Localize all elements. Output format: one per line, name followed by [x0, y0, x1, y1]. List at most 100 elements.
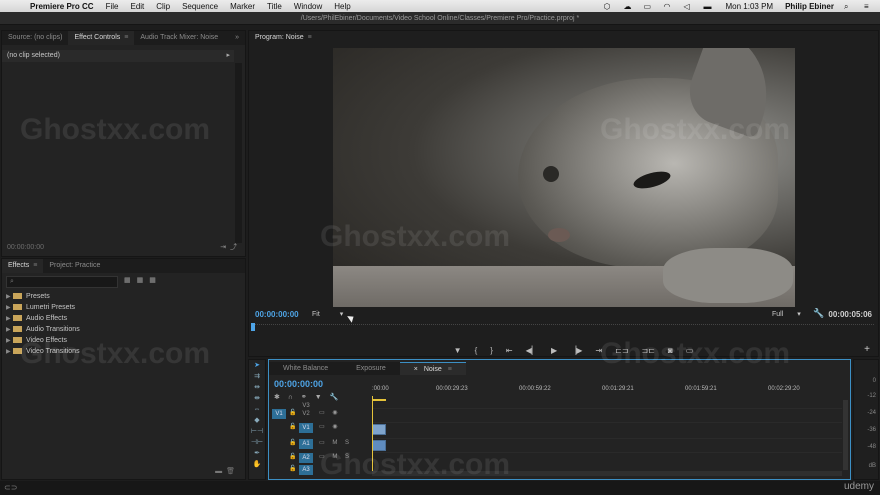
monitor-timeline-ruler[interactable] — [251, 323, 874, 332]
mute-button[interactable]: M — [332, 454, 340, 460]
track-name[interactable]: A2 — [299, 453, 313, 463]
menu-help[interactable]: Help — [328, 2, 356, 11]
menu-sequence[interactable]: Sequence — [176, 2, 224, 11]
tab-exposure[interactable]: Exposure — [342, 362, 400, 375]
solo-button[interactable]: S — [345, 440, 352, 446]
32bit-effects-icon[interactable]: ▦ — [137, 277, 150, 284]
list-icon[interactable]: ≡ — [864, 2, 876, 11]
lock-icon[interactable]: 🔓 — [289, 465, 296, 472]
play-only-icon[interactable]: ▸ — [226, 50, 230, 62]
video-clip[interactable] — [372, 424, 386, 435]
lock-icon[interactable]: 🔓 — [289, 439, 296, 446]
eye-icon[interactable]: ◉ — [332, 424, 340, 430]
track-lane-v1[interactable] — [372, 422, 842, 435]
tab-source[interactable]: Source: (no clips) — [2, 31, 68, 45]
video-frame[interactable] — [333, 48, 795, 307]
playhead-timecode[interactable]: 00:00:00:00 — [255, 310, 299, 319]
new-bin-icon[interactable]: ▬ — [215, 468, 226, 475]
time-ruler[interactable]: :00:00 00:00:29:23 00:00:59:22 00:01:29:… — [372, 386, 850, 397]
tab-white-balance[interactable]: White Balance — [269, 362, 343, 375]
menu-marker[interactable]: Marker — [224, 2, 261, 11]
panel-menu-icon[interactable]: ≡ — [448, 366, 452, 373]
safe-margins-icon[interactable]: ▭ — [686, 346, 694, 355]
eye-icon[interactable]: ◉ — [332, 410, 340, 416]
track-name[interactable]: V1 — [299, 423, 313, 433]
vertical-scrollbar[interactable] — [843, 400, 848, 470]
track-lane-a1[interactable] — [372, 438, 842, 451]
menu-clip[interactable]: Clip — [150, 2, 176, 11]
marker-icon[interactable]: ▼ — [454, 346, 462, 355]
list-item[interactable]: ▶ Lumetri Presets — [6, 302, 80, 313]
timeline-playhead[interactable] — [372, 396, 373, 474]
playhead[interactable] — [251, 323, 255, 331]
tab-audio-track-mixer[interactable]: Audio Track Mixer: Noise — [134, 31, 224, 45]
search-icon[interactable]: ⌕ — [844, 2, 856, 11]
slip-tool-icon[interactable]: ⊢⊣ — [249, 426, 265, 437]
tab-noise[interactable]: × Noise ≡ — [399, 362, 466, 375]
accelerated-effects-icon[interactable]: ▦ — [124, 277, 137, 284]
lock-icon[interactable]: 🔓 — [289, 453, 296, 460]
zoom-select[interactable]: Fit ▾ — [312, 310, 343, 318]
track-name[interactable]: V2 — [299, 409, 313, 419]
track-name[interactable]: A1 — [299, 439, 313, 449]
track-lane-a2[interactable] — [372, 452, 842, 464]
go-to-in-icon[interactable]: ⇤ — [506, 346, 513, 355]
ripple-edit-tool-icon[interactable]: ⇹ — [249, 382, 265, 393]
close-icon[interactable]: × — [414, 366, 418, 373]
step-forward-icon[interactable]: ▕▶ — [570, 346, 582, 355]
battery-icon[interactable]: ▬ — [704, 2, 716, 11]
menu-title[interactable]: Title — [261, 2, 288, 11]
go-to-out-icon[interactable]: ⇥ — [595, 346, 602, 355]
list-item[interactable]: ▶ Video Effects — [6, 335, 80, 346]
list-item[interactable]: ▶ Video Transitions — [6, 346, 80, 357]
wrench-icon[interactable]: 🔧 — [813, 308, 824, 319]
add-button-icon[interactable]: + — [864, 344, 870, 355]
hand-tool-icon[interactable]: ✋ — [249, 459, 265, 470]
expand-icon[interactable]: ▶ — [6, 347, 13, 358]
sync-lock-icon[interactable]: ▭ — [319, 454, 328, 460]
razor-tool-icon[interactable]: ◆ — [249, 415, 265, 426]
panel-menu-icon[interactable]: ≡ — [33, 262, 37, 269]
tab-effect-controls[interactable]: Effect Controls ≡ — [68, 31, 135, 45]
play-icon[interactable]: ▶ — [551, 346, 557, 355]
sync-lock-icon[interactable]: ▭ — [319, 440, 328, 446]
list-item[interactable]: ▶ Audio Effects — [6, 313, 80, 324]
audio-clip[interactable] — [372, 440, 386, 451]
track-select-tool-icon[interactable]: ⇉ — [249, 371, 265, 382]
lift-icon[interactable]: ⊏⊐ — [615, 346, 628, 355]
sync-lock-icon[interactable]: ▭ — [319, 410, 328, 416]
status-icon[interactable]: ⊂⊃ — [4, 483, 17, 492]
source-patch[interactable]: V1 — [272, 409, 286, 419]
slide-tool-icon[interactable]: ⊣⊢ — [249, 437, 265, 448]
panel-menu-icon[interactable]: ≡ — [308, 34, 312, 41]
extract-icon[interactable]: ⊐⊏ — [642, 346, 655, 355]
rolling-edit-tool-icon[interactable]: ⇼ — [249, 393, 265, 404]
mute-button[interactable]: M — [332, 440, 340, 446]
track-lane-v2[interactable] — [372, 408, 842, 420]
export-icon[interactable]: ⤴ — [230, 244, 237, 251]
yuv-effects-icon[interactable]: ▦ — [149, 277, 162, 284]
step-back-icon[interactable]: ◀▏ — [526, 346, 538, 355]
overflow-icon[interactable]: » — [229, 31, 245, 45]
sync-lock-icon[interactable]: ▭ — [319, 424, 328, 430]
menu-user[interactable]: Philip Ebiner — [779, 2, 840, 11]
camera-icon[interactable]: ◙ — [668, 346, 673, 355]
lock-icon[interactable]: 🔓 — [289, 423, 296, 430]
list-item[interactable]: ▶ Audio Transitions — [6, 324, 80, 335]
trash-icon[interactable]: 🗑 — [226, 468, 239, 475]
rate-stretch-tool-icon[interactable]: ⇔ — [249, 404, 265, 415]
pen-tool-icon[interactable]: ✒ — [249, 448, 265, 459]
solo-button[interactable]: S — [345, 454, 352, 460]
cloud-icon[interactable]: ☁ — [624, 2, 636, 11]
wifi-icon[interactable]: ◠ — [664, 2, 676, 11]
resolution-select[interactable]: Full ▾ — [772, 310, 801, 318]
dropbox-icon[interactable]: ⬡ — [604, 2, 616, 11]
tab-program[interactable]: Program: Noise ≡ — [249, 31, 318, 45]
menu-file[interactable]: File — [100, 2, 125, 11]
scrollbar[interactable] — [235, 63, 242, 243]
tab-effects[interactable]: Effects ≡ — [2, 259, 44, 273]
list-item[interactable]: ▶ Presets — [6, 291, 80, 302]
horizontal-scrollbar[interactable] — [372, 471, 842, 476]
lock-icon[interactable]: 🔓 — [289, 409, 296, 416]
app-menu[interactable]: Premiere Pro CC — [24, 2, 100, 11]
